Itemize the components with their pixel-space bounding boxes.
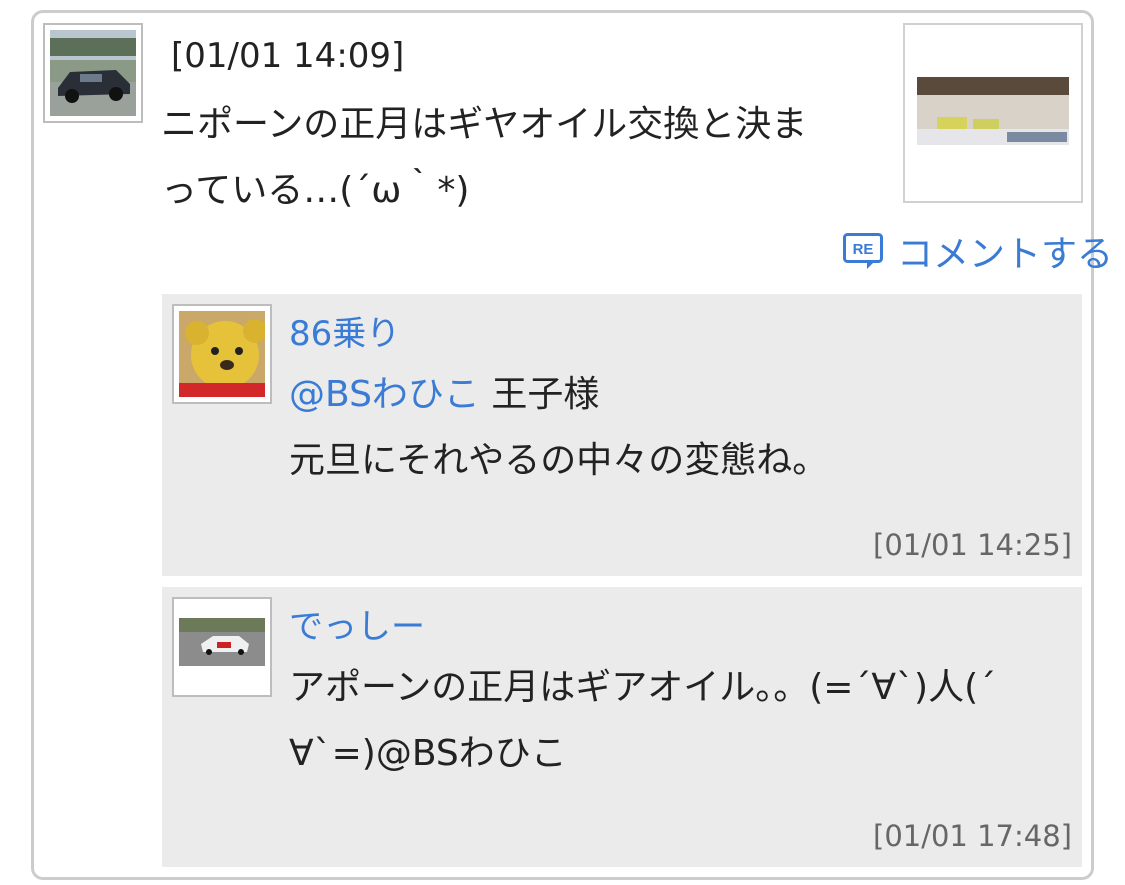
comment-line-1: アポーンの正月はギアオイル。。(=´∀`)人(´ (289, 667, 997, 708)
comment-item: でっしー アポーンの正月はギアオイル。。(=´∀`)人(´ ∀`=)@BSわひこ… (162, 587, 1082, 867)
commenter-name[interactable]: 86乗り (289, 306, 1074, 362)
post-timestamp: [01/01 14:09] (171, 36, 405, 76)
post-body-line-1: ニポーンの正月はギヤオイル交換と決ま (161, 104, 808, 145)
comment-timestamp: [01/01 17:48] (873, 819, 1072, 853)
comment-line-2: ∀`=)@BSわひこ (289, 733, 567, 774)
mention-link[interactable]: @BSわひこ (289, 374, 480, 415)
comment-timestamp: [01/01 14:25] (873, 528, 1072, 562)
comment-line-1-text: 王子様 (479, 374, 600, 415)
commenter-avatar[interactable] (172, 304, 272, 404)
comment-content: でっしー アポーンの正月はギアオイル。。(=´∀`)人(´ ∀`=)@BSわひこ (289, 599, 1074, 787)
comment-button-label: コメントする (896, 234, 1113, 275)
reply-icon: RE (842, 233, 883, 269)
comment-line-2: 元旦にそれやるの中々の変態ね。 (289, 440, 829, 481)
commenter-avatar[interactable] (172, 597, 272, 697)
comment-item: 86乗り @BSわひこ 王子様 元旦にそれやるの中々の変態ね。 [01/01 1… (162, 294, 1082, 576)
comment-line-1: @BSわひこ 王子様 (289, 362, 1074, 428)
comment-button[interactable]: RE コメントする (842, 226, 1113, 276)
svg-text:RE: RE (853, 241, 874, 258)
post-photo[interactable] (903, 23, 1083, 203)
comment-content: 86乗り @BSわひこ 王子様 元旦にそれやるの中々の変態ね。 (289, 306, 1074, 494)
post-body: ニポーンの正月はギヤオイル交換と決ま っている…(´ω｀*) (161, 92, 881, 224)
author-avatar[interactable] (43, 23, 143, 123)
post-body-line-2: っている…(´ω｀*) (161, 170, 470, 211)
commenter-name[interactable]: でっしー (289, 599, 1074, 655)
